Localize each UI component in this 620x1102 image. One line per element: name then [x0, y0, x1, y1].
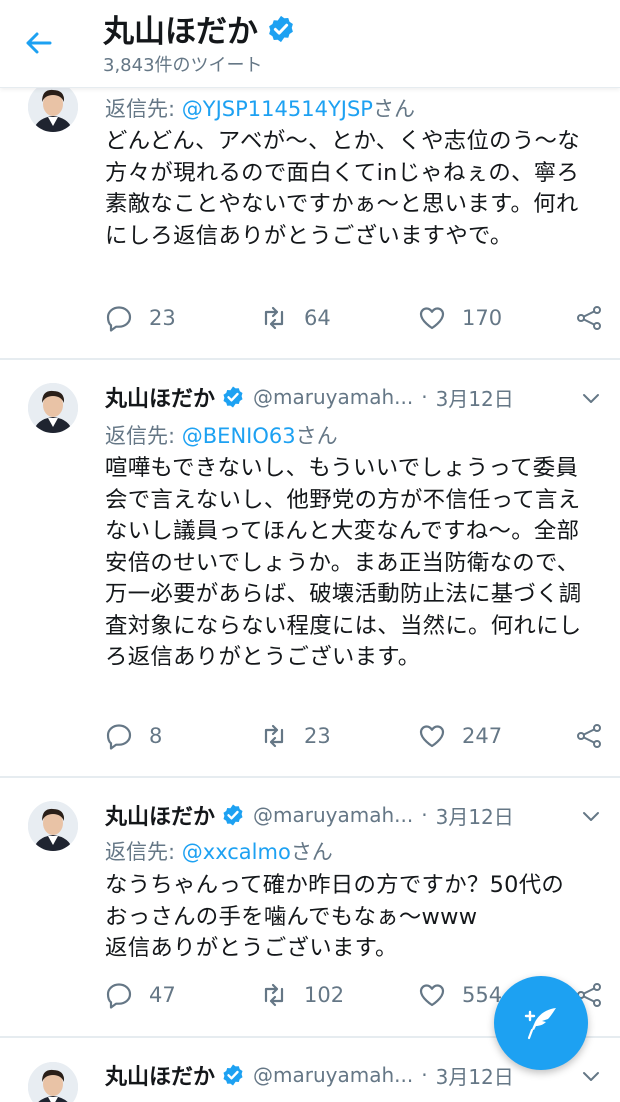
retweet-count: 64	[304, 306, 331, 330]
reply-icon	[105, 981, 133, 1009]
tweet-text-line: おっさんの手を噛んでもなぁ〜www	[105, 903, 478, 930]
reply-to: 返信先: @BENIO63さん	[105, 420, 338, 450]
retweet-button[interactable]: 23	[260, 716, 331, 756]
share-icon[interactable]	[575, 722, 603, 750]
compose-feather-icon	[524, 1008, 556, 1040]
author-handle[interactable]: @maruyamah...	[253, 803, 413, 827]
verified-badge-icon	[266, 14, 296, 44]
reply-suffix: さん	[290, 840, 333, 864]
profile-name: 丸山ほだか	[103, 14, 258, 50]
chevron-down-icon[interactable]	[580, 805, 602, 827]
tweet-text: どんどん、アベが〜、とか、くや志位のう〜な方々が現れるので面白くてinじゃねぇの…	[105, 128, 580, 249]
tweet-text-line: 返信ありがとうございます。	[105, 935, 398, 961]
like-button[interactable]: 170	[418, 298, 502, 338]
separator-dot: ·	[421, 803, 428, 827]
retweet-icon	[260, 304, 288, 332]
compose-tweet-button[interactable]	[494, 976, 588, 1070]
heart-icon	[418, 304, 446, 332]
tweet-text: 喧嘩もできないし、もういいでしょうって委員会で言えないし、他野党の方が不信任って…	[105, 455, 582, 670]
reply-suffix: さん	[295, 424, 338, 448]
author-name[interactable]: 丸山ほだか	[105, 1059, 215, 1091]
tweet-text: なうちゃんって確か昨日の方ですか？50代の おっさんの手を噛んでもなぁ〜www …	[105, 870, 605, 965]
author-handle[interactable]: @maruyamah...	[253, 1063, 413, 1087]
reply-button[interactable]: 23	[105, 298, 176, 338]
back-button[interactable]	[18, 22, 60, 64]
heart-icon	[418, 722, 446, 750]
avatar-image	[28, 1062, 78, 1102]
tweet-date[interactable]: 3月12日	[436, 801, 514, 830]
reply-label: 返信先:	[105, 97, 182, 121]
author-name[interactable]: 丸山ほだか	[105, 381, 215, 413]
profile-header: 丸山ほだか 3,843件のツイート	[0, 0, 620, 88]
tweet-header: 丸山ほだか @maruyamah... · 3月12日	[105, 1058, 514, 1092]
chevron-down-icon[interactable]	[580, 1065, 602, 1087]
avatar[interactable]	[28, 383, 78, 433]
tweet-actions: 8 23 247	[105, 716, 605, 756]
tweet-date[interactable]: 3月12日	[436, 1061, 514, 1090]
verified-badge-icon	[221, 1063, 245, 1087]
separator-dot: ·	[421, 1063, 428, 1087]
profile-title: 丸山ほだか	[103, 6, 296, 51]
like-count: 170	[462, 306, 503, 330]
avatar-image	[28, 82, 78, 132]
like-count: 247	[462, 724, 503, 748]
reply-count: 47	[149, 983, 176, 1007]
reply-icon	[105, 722, 133, 750]
reply-count: 23	[149, 306, 176, 330]
arrow-left-icon	[26, 32, 52, 54]
author-handle[interactable]: @maruyamah...	[253, 385, 413, 409]
avatar-image	[28, 383, 78, 433]
chevron-down-icon[interactable]	[580, 387, 602, 409]
tweet-header: 丸山ほだか @maruyamah... · 3月12日	[105, 380, 514, 414]
tweet-actions: 23 64 170	[105, 298, 605, 338]
reply-icon	[105, 304, 133, 332]
retweet-count: 23	[304, 724, 331, 748]
tweet-count: 3,843件のツイート	[103, 55, 263, 76]
heart-icon	[418, 981, 446, 1009]
avatar-image	[28, 801, 78, 851]
like-count: 554	[462, 983, 503, 1007]
tweet-text-line: なうちゃんって確か昨日の方ですか？50代の	[105, 872, 565, 898]
reply-button[interactable]: 8	[105, 716, 162, 756]
reply-mention-link[interactable]: @xxcalmo	[182, 840, 291, 864]
reply-mention-link[interactable]: @BENIO63	[182, 424, 296, 448]
tweet-header: 丸山ほだか @maruyamah... · 3月12日	[105, 798, 514, 832]
reply-suffix: さん	[372, 97, 415, 121]
author-name[interactable]: 丸山ほだか	[105, 799, 215, 831]
separator-dot: ·	[421, 385, 428, 409]
reply-mention-link[interactable]: @YJSP114514YJSP	[182, 97, 373, 121]
reply-to: 返信先: @YJSP114514YJSPさん	[105, 93, 415, 123]
verified-badge-icon	[221, 803, 245, 827]
share-icon[interactable]	[575, 304, 603, 332]
verified-badge-icon	[221, 385, 245, 409]
avatar[interactable]	[28, 1062, 78, 1102]
reply-label: 返信先:	[105, 424, 182, 448]
tweet[interactable]: 丸山ほだか @maruyamah... · 3月12日 返信先: @BENIO6…	[0, 360, 620, 776]
reply-button[interactable]: 47	[105, 975, 176, 1015]
reply-label: 返信先:	[105, 840, 182, 864]
avatar[interactable]	[28, 82, 78, 132]
retweet-button[interactable]: 102	[260, 975, 344, 1015]
tweet-date[interactable]: 3月12日	[436, 383, 514, 412]
retweet-count: 102	[304, 983, 345, 1007]
retweet-icon	[260, 981, 288, 1009]
reply-to: 返信先: @xxcalmoさん	[105, 836, 333, 866]
like-button[interactable]: 247	[418, 716, 502, 756]
retweet-icon	[260, 722, 288, 750]
like-button[interactable]: 554	[418, 975, 502, 1015]
retweet-button[interactable]: 64	[260, 298, 331, 338]
reply-count: 8	[149, 724, 163, 748]
avatar[interactable]	[28, 801, 78, 851]
